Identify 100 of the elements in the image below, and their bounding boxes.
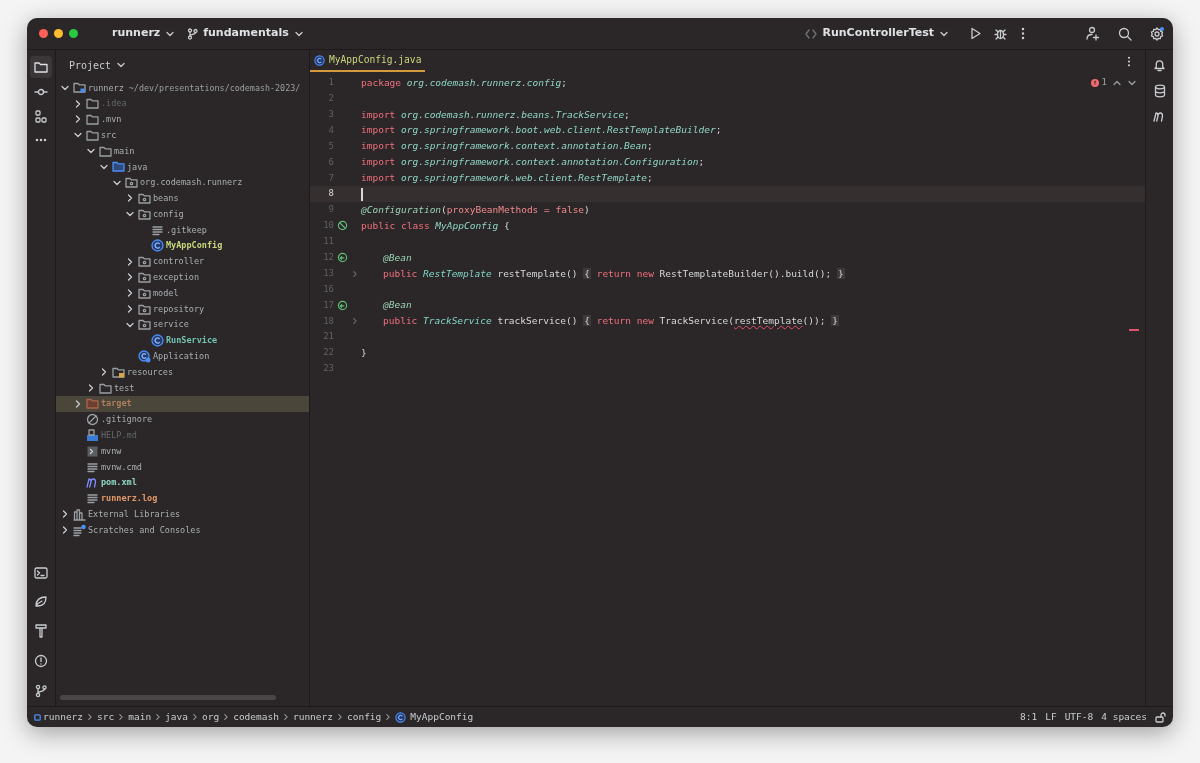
tree-item[interactable]: resources bbox=[56, 364, 309, 381]
more-horizontal-icon[interactable] bbox=[35, 138, 47, 142]
chevron-right-icon[interactable] bbox=[125, 288, 135, 299]
tree-item[interactable]: controller bbox=[56, 253, 309, 270]
settings-icon[interactable] bbox=[1150, 26, 1164, 41]
more-vertical-icon[interactable] bbox=[1021, 27, 1025, 40]
status-bar-item[interactable]: 4 spaces bbox=[1101, 709, 1147, 725]
problems-icon[interactable] bbox=[34, 654, 48, 668]
tree-item[interactable]: mvnw.cmd bbox=[56, 459, 309, 475]
tree-item[interactable]: .gitkeep bbox=[56, 222, 309, 238]
tree-item[interactable]: runnerz.log bbox=[56, 490, 309, 507]
close-button[interactable] bbox=[39, 29, 48, 38]
text-file-icon bbox=[86, 492, 99, 506]
project-tool-button[interactable] bbox=[30, 56, 52, 78]
bean-icon[interactable] bbox=[336, 252, 348, 264]
breadcrumb-item[interactable]: MyAppConfig bbox=[395, 709, 474, 725]
status-bar-item[interactable]: UTF-8 bbox=[1064, 709, 1094, 725]
git-branch-icon[interactable] bbox=[35, 684, 47, 698]
code-line: public TrackService trackService() { return new TrackService(restTemplate()); } bbox=[383, 314, 839, 329]
editor-tab[interactable]: MyAppConfig.java bbox=[310, 50, 426, 72]
bean-config-icon[interactable] bbox=[336, 220, 348, 232]
ignore-file-icon bbox=[86, 413, 99, 427]
tree-item[interactable]: External Libraries bbox=[56, 506, 309, 523]
error-count-indicator[interactable]: 1 bbox=[1090, 76, 1107, 90]
tree-item[interactable]: mvnw bbox=[56, 443, 309, 460]
tree-item[interactable]: Application bbox=[56, 348, 309, 365]
breadcrumb-item[interactable]: runnerz bbox=[34, 709, 84, 725]
chevron-right-icon bbox=[154, 713, 163, 721]
code-line: import org.springframework.boot.web.client.RestTemplateBuilder; bbox=[361, 123, 722, 138]
tree-item[interactable]: Scratches and Consoles bbox=[56, 522, 309, 539]
tree-item[interactable]: model bbox=[56, 285, 309, 302]
line-number: 12 bbox=[322, 251, 334, 264]
breadcrumb-item[interactable]: config bbox=[347, 709, 382, 725]
class-icon bbox=[395, 711, 407, 723]
minimize-button[interactable] bbox=[54, 29, 63, 38]
chevron-right-icon[interactable] bbox=[73, 98, 83, 109]
tree-item[interactable]: .gitignore bbox=[56, 411, 309, 428]
tree-item[interactable]: repository bbox=[56, 301, 309, 317]
search-icon[interactable] bbox=[1118, 26, 1132, 41]
leaf-icon[interactable] bbox=[34, 595, 48, 608]
tree-item[interactable]: MyAppConfig bbox=[56, 237, 309, 254]
hammer-icon[interactable] bbox=[35, 624, 47, 638]
structure-icon[interactable] bbox=[35, 110, 47, 124]
status-bar-item[interactable]: LF bbox=[1045, 709, 1057, 725]
tree-item[interactable]: config bbox=[56, 206, 309, 223]
code-line: import org.springframework.context.annotation.Configuration; bbox=[361, 155, 705, 170]
horizontal-scrollbar[interactable] bbox=[60, 695, 276, 700]
run-icon[interactable] bbox=[969, 27, 982, 40]
chevron-right-icon[interactable] bbox=[125, 193, 135, 204]
breadcrumb-item[interactable]: codemash bbox=[233, 709, 279, 725]
branch-selector[interactable]: fundamentals bbox=[187, 25, 304, 42]
breadcrumb-item[interactable]: src bbox=[97, 709, 115, 725]
maven-file-icon bbox=[86, 476, 99, 490]
tree-item[interactable]: exception bbox=[56, 269, 309, 286]
run-configuration-selector[interactable]: RunControllerTest bbox=[805, 25, 949, 42]
chevron-right-icon[interactable] bbox=[86, 383, 96, 394]
chevron-right-icon[interactable] bbox=[73, 114, 83, 125]
chevron-right-icon[interactable] bbox=[73, 398, 83, 409]
package-folder-icon bbox=[138, 302, 151, 316]
tree-item[interactable]: service bbox=[56, 316, 309, 333]
fold-chevron-icon[interactable] bbox=[351, 269, 359, 278]
view-mode-dropdown[interactable]: Project bbox=[69, 57, 127, 73]
tree-item[interactable]: src bbox=[56, 127, 309, 144]
add-user-icon[interactable] bbox=[1085, 26, 1100, 41]
tree-item[interactable]: java bbox=[56, 159, 309, 175]
tree-item[interactable]: main bbox=[56, 143, 309, 159]
project-switcher[interactable]: runnerz bbox=[112, 25, 176, 42]
code-line: public RestTemplate restTemplate() { return new RestTemplateBuilder().build(); } bbox=[383, 266, 845, 281]
debug-icon[interactable] bbox=[994, 27, 1007, 40]
bean-icon[interactable] bbox=[336, 299, 348, 311]
chevron-right-icon[interactable] bbox=[60, 525, 70, 536]
fold-chevron-icon[interactable] bbox=[351, 317, 359, 326]
tree-item[interactable]: test bbox=[56, 380, 309, 396]
folder-icon bbox=[99, 381, 112, 395]
breadcrumb-item[interactable]: runnerz bbox=[292, 709, 333, 725]
tree-item[interactable]: .mvn bbox=[56, 111, 309, 128]
tree-item[interactable]: RunService bbox=[56, 332, 309, 349]
more-vertical-icon[interactable] bbox=[1127, 55, 1131, 67]
notifications-icon[interactable] bbox=[1153, 58, 1166, 72]
tree-item[interactable]: beans bbox=[56, 190, 309, 207]
chevron-right-icon bbox=[222, 713, 231, 721]
lock-icon[interactable] bbox=[1155, 711, 1166, 723]
maximize-button[interactable] bbox=[69, 29, 78, 38]
status-bar-item[interactable]: 8:1 bbox=[1020, 709, 1038, 725]
terminal-icon[interactable] bbox=[34, 567, 48, 579]
chevron-right-icon[interactable] bbox=[125, 272, 135, 283]
chevron-right-icon[interactable] bbox=[60, 509, 70, 520]
tree-item[interactable]: runnerz ~/dev/presentations/codemash-2023/ bbox=[56, 80, 309, 96]
line-number: 18 bbox=[322, 314, 334, 328]
commit-icon[interactable] bbox=[34, 88, 48, 96]
tree-item[interactable]: org.codemash.runnerz bbox=[56, 174, 309, 191]
chevron-right-icon[interactable] bbox=[125, 256, 135, 267]
breadcrumb-item[interactable]: org bbox=[202, 709, 220, 725]
database-icon[interactable] bbox=[1153, 84, 1166, 98]
breadcrumb-item[interactable]: main bbox=[128, 709, 152, 725]
line-number: 7 bbox=[327, 171, 334, 185]
chevron-right-icon[interactable] bbox=[125, 304, 135, 315]
chevron-right-icon[interactable] bbox=[99, 367, 109, 378]
tree-item[interactable]: pom.xml bbox=[56, 474, 309, 491]
breadcrumb-item[interactable]: java bbox=[165, 709, 188, 725]
